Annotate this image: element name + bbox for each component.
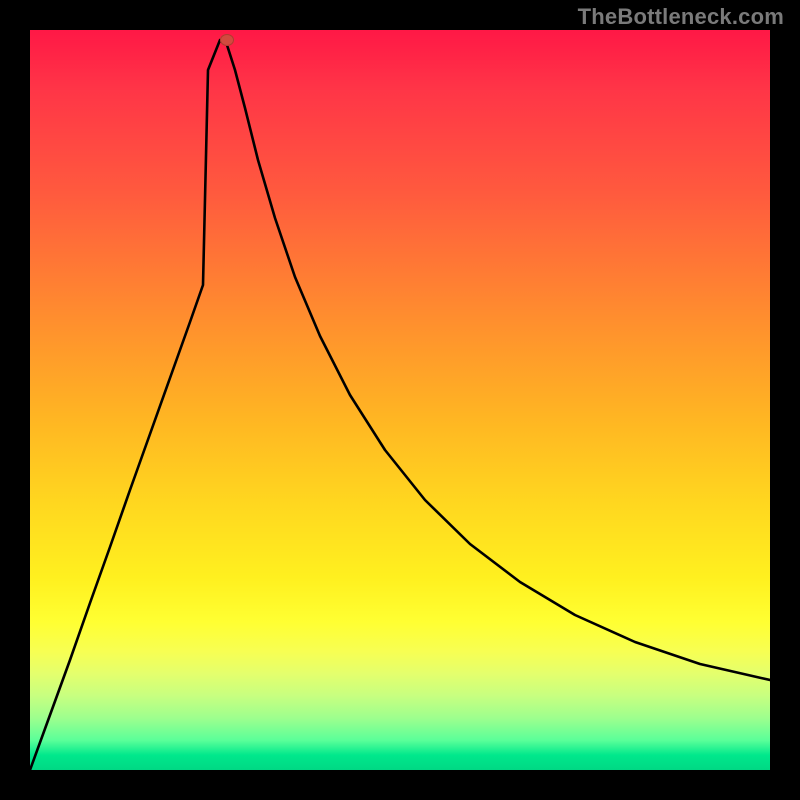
plot-area (30, 30, 770, 770)
bottleneck-curve (30, 40, 770, 770)
optimal-point-marker (220, 34, 234, 46)
watermark-text: TheBottleneck.com (578, 4, 784, 30)
curve-svg (30, 30, 770, 770)
chart-frame: TheBottleneck.com (0, 0, 800, 800)
